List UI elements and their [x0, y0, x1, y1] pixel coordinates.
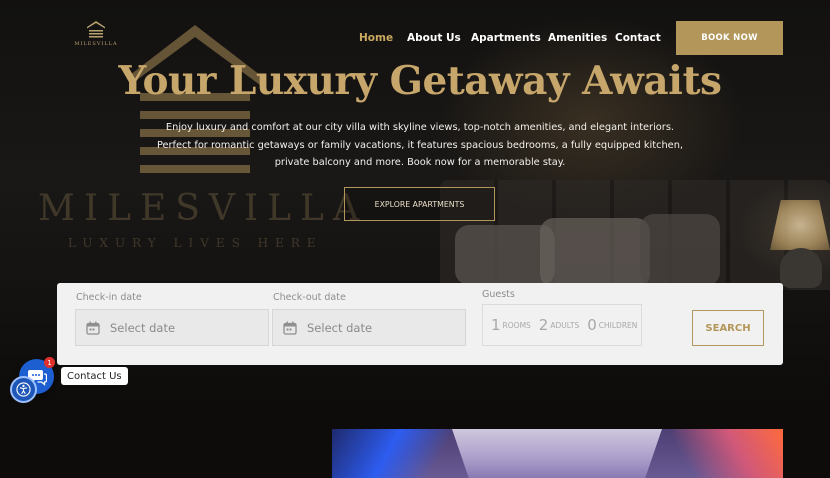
ceiling-panel	[452, 429, 662, 478]
pillow-image	[640, 214, 720, 286]
adults-count: 2	[538, 316, 549, 334]
nav-contact[interactable]: Contact	[615, 32, 661, 44]
children-label: CHILDREN	[598, 320, 638, 330]
checkout-date-input[interactable]: Select date	[272, 309, 466, 346]
nav-apartments[interactable]: Apartments	[471, 32, 541, 44]
building-logo-icon	[87, 21, 105, 38]
accessibility-button[interactable]	[10, 376, 37, 403]
nav-amenities[interactable]: Amenities	[548, 32, 607, 44]
light-beam-blue	[332, 429, 452, 478]
contact-us-tooltip[interactable]: Contact Us	[61, 367, 128, 385]
chat-notification-badge: 1	[44, 357, 55, 368]
rooms-count: 1	[491, 316, 501, 334]
guests-label: Guests	[482, 289, 515, 300]
calendar-icon	[86, 321, 100, 335]
checkin-placeholder: Select date	[110, 320, 176, 335]
checkin-label: Check-in date	[76, 292, 142, 303]
watermark-brand: MILESVILLA	[38, 188, 368, 229]
explore-apartments-button[interactable]: EXPLORE APARTMENTS	[344, 187, 495, 221]
light-beam-orange	[673, 429, 783, 478]
checkin-date-input[interactable]: Select date	[75, 309, 269, 346]
logo-text: MILESVILLA	[74, 41, 118, 47]
search-button[interactable]: SEARCH	[692, 310, 764, 346]
booking-form: Check-in date Select date Check-out date…	[57, 283, 783, 365]
book-now-button[interactable]: BOOK NOW	[676, 21, 783, 55]
nav-home[interactable]: Home	[359, 32, 393, 44]
pillow-image	[540, 218, 650, 288]
rooms-label: ROOMS	[502, 320, 531, 330]
checkout-placeholder: Select date	[307, 320, 373, 335]
children-count: 0	[587, 316, 597, 334]
lamp-base-image	[780, 248, 822, 288]
hero-title: Your Luxury Getaway Awaits	[118, 58, 722, 104]
adults-label: ADULTS	[550, 320, 580, 330]
guests-selector[interactable]: 1 ROOMS 2 ADULTS 0 CHILDREN	[482, 304, 642, 346]
checkout-label: Check-out date	[273, 292, 346, 303]
apartment-preview-image	[332, 429, 783, 478]
nav-about-us[interactable]: About Us	[407, 32, 461, 44]
calendar-icon	[283, 321, 297, 335]
accessibility-icon	[16, 382, 31, 397]
watermark-tagline: LUXURY LIVES HERE	[68, 236, 323, 250]
site-logo[interactable]: MILESVILLA	[72, 20, 120, 54]
hero-description: Enjoy luxury and comfort at our city vil…	[156, 122, 684, 168]
